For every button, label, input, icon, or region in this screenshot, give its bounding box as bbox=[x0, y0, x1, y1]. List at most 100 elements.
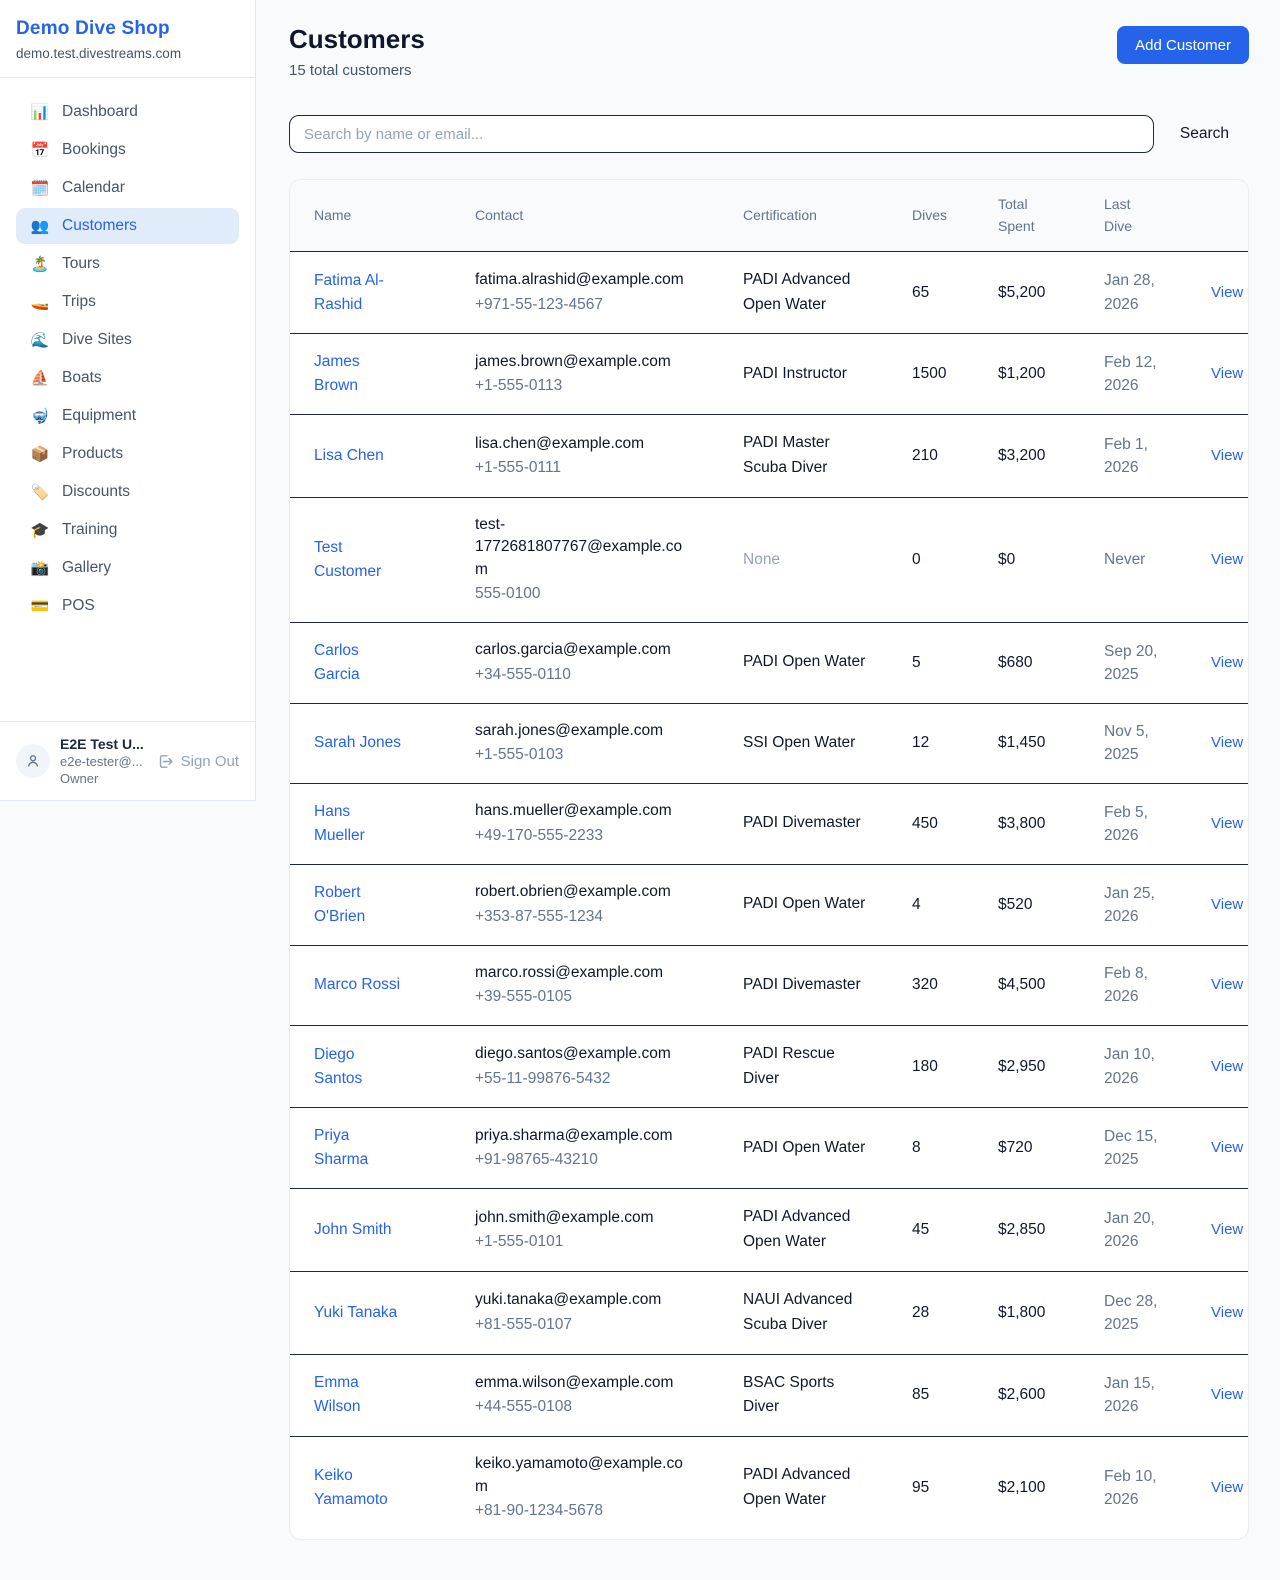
sidebar-item-pos[interactable]: 💳 POS bbox=[16, 588, 239, 624]
customer-name-link[interactable]: James Brown bbox=[314, 350, 403, 398]
customer-name-link[interactable]: Marco Rossi bbox=[314, 973, 400, 997]
customer-email: diego.santos@example.com bbox=[475, 1043, 687, 1065]
customer-email: emma.wilson@example.com bbox=[475, 1372, 687, 1394]
customer-name-link[interactable]: John Smith bbox=[314, 1218, 392, 1242]
customer-certification: PADI Open Water bbox=[743, 892, 865, 917]
sidebar-item-products[interactable]: 📦 Products bbox=[16, 436, 239, 472]
customer-last-dive: Never bbox=[1088, 498, 1195, 623]
view-link[interactable]: View bbox=[1211, 447, 1243, 464]
view-link[interactable]: View bbox=[1211, 1386, 1243, 1403]
column-header: Certification bbox=[727, 180, 896, 251]
sidebar-item-discounts[interactable]: 🏷️ Discounts bbox=[16, 474, 239, 510]
customer-last-dive: Nov 5, 2025 bbox=[1088, 703, 1195, 783]
customer-name-link[interactable]: Emma Wilson bbox=[314, 1371, 403, 1419]
sidebar-item-dive-sites[interactable]: 🌊 Dive Sites bbox=[16, 322, 239, 358]
avatar bbox=[16, 744, 50, 778]
customer-email: sarah.jones@example.com bbox=[475, 720, 687, 742]
sidebar-item-training[interactable]: 🎓 Training bbox=[16, 512, 239, 548]
customer-dives: 1500 bbox=[896, 334, 982, 415]
view-link[interactable]: View bbox=[1211, 734, 1243, 751]
sidebar-item-boats[interactable]: ⛵ Boats bbox=[16, 360, 239, 396]
customer-email: hans.mueller@example.com bbox=[475, 800, 687, 822]
customer-name-link[interactable]: Diego Santos bbox=[314, 1043, 403, 1091]
customer-count: 15 total customers bbox=[289, 62, 425, 79]
customer-name-link[interactable]: Priya Sharma bbox=[314, 1124, 403, 1172]
view-link[interactable]: View bbox=[1211, 1139, 1243, 1156]
person-icon bbox=[24, 752, 42, 770]
sidebar-item-dashboard[interactable]: 📊 Dashboard bbox=[16, 94, 239, 130]
view-link[interactable]: View bbox=[1211, 1058, 1243, 1075]
view-link[interactable]: View bbox=[1211, 551, 1243, 568]
view-link[interactable]: View bbox=[1211, 896, 1243, 913]
customer-dives: 95 bbox=[896, 1437, 982, 1539]
user-email: e2e-tester@... bbox=[60, 754, 147, 769]
speedboat-icon: 🚤 bbox=[30, 295, 50, 310]
customer-certification: PADI Instructor bbox=[743, 362, 847, 387]
customers-table: NameContactCertificationDivesTotal Spent… bbox=[290, 180, 1248, 1539]
customer-name-link[interactable]: Sarah Jones bbox=[314, 731, 401, 755]
customer-phone: +55-11-99876-5432 bbox=[475, 1068, 711, 1090]
view-link[interactable]: View bbox=[1211, 815, 1243, 832]
customer-name-link[interactable]: Carlos Garcia bbox=[314, 639, 403, 687]
customer-dives: 5 bbox=[896, 622, 982, 703]
calendar-icon: 📅 bbox=[30, 143, 50, 158]
view-link[interactable]: View bbox=[1211, 1479, 1243, 1496]
customer-last-dive: Feb 12, 2026 bbox=[1088, 334, 1195, 415]
sidebar-item-tours[interactable]: 🏝️ Tours bbox=[16, 246, 239, 282]
sidebar-item-equipment[interactable]: 🤿 Equipment bbox=[16, 398, 239, 434]
table-row: Marco Rossi marco.rossi@example.com +39-… bbox=[290, 945, 1248, 1025]
customer-phone: 555-0100 bbox=[475, 583, 711, 605]
customer-last-dive: Jan 25, 2026 bbox=[1088, 864, 1195, 945]
sidebar-item-bookings[interactable]: 📅 Bookings bbox=[16, 132, 239, 168]
sidebar-nav: 📊 Dashboard 📅 Bookings 🗓️ Calendar 👥 Cus… bbox=[0, 78, 255, 721]
column-header: Total Spent bbox=[982, 180, 1088, 251]
table-row: Lisa Chen lisa.chen@example.com +1-555-0… bbox=[290, 415, 1248, 498]
customer-total-spent: $5,200 bbox=[982, 251, 1088, 334]
customer-phone: +81-555-0107 bbox=[475, 1314, 711, 1336]
customer-name-link[interactable]: Test Customer bbox=[314, 536, 403, 584]
sidebar-item-customers[interactable]: 👥 Customers bbox=[16, 208, 239, 244]
view-link[interactable]: View bbox=[1211, 1221, 1243, 1238]
customer-name-link[interactable]: Keiko Yamamoto bbox=[314, 1464, 403, 1512]
add-customer-button[interactable]: Add Customer bbox=[1117, 26, 1249, 64]
view-link[interactable]: View bbox=[1211, 1304, 1243, 1321]
user-role: Owner bbox=[60, 771, 147, 786]
sign-out-button[interactable]: Sign Out bbox=[157, 753, 239, 770]
customer-dives: 85 bbox=[896, 1354, 982, 1437]
customer-total-spent: $2,850 bbox=[982, 1189, 1088, 1272]
view-link[interactable]: View bbox=[1211, 284, 1243, 301]
customer-phone: +353-87-555-1234 bbox=[475, 906, 711, 928]
customer-certification: None bbox=[743, 548, 780, 573]
table-row: Hans Mueller hans.mueller@example.com +4… bbox=[290, 783, 1248, 864]
search-button[interactable]: Search bbox=[1154, 125, 1249, 143]
customer-certification: BSAC Sports Diver bbox=[743, 1371, 870, 1421]
view-link[interactable]: View bbox=[1211, 365, 1243, 382]
sidebar-item-gallery[interactable]: 📸 Gallery bbox=[16, 550, 239, 586]
customer-email: priya.sharma@example.com bbox=[475, 1125, 687, 1147]
customer-email: yuki.tanaka@example.com bbox=[475, 1289, 687, 1311]
customer-name-link[interactable]: Hans Mueller bbox=[314, 800, 403, 848]
customer-name-link[interactable]: Fatima Al-Rashid bbox=[314, 269, 403, 317]
customer-total-spent: $520 bbox=[982, 864, 1088, 945]
customer-name-link[interactable]: Lisa Chen bbox=[314, 444, 384, 468]
table-row: Diego Santos diego.santos@example.com +5… bbox=[290, 1025, 1248, 1108]
customer-phone: +39-555-0105 bbox=[475, 986, 711, 1008]
customer-total-spent: $0 bbox=[982, 498, 1088, 623]
customer-name-link[interactable]: Yuki Tanaka bbox=[314, 1301, 397, 1325]
customer-name-link[interactable]: Robert O'Brien bbox=[314, 881, 403, 929]
customer-dives: 450 bbox=[896, 783, 982, 864]
sidebar-item-calendar[interactable]: 🗓️ Calendar bbox=[16, 170, 239, 206]
sidebar-item-trips[interactable]: 🚤 Trips bbox=[16, 284, 239, 320]
view-link[interactable]: View bbox=[1211, 654, 1243, 671]
customer-dives: 28 bbox=[896, 1272, 982, 1355]
table-row: Priya Sharma priya.sharma@example.com +9… bbox=[290, 1108, 1248, 1189]
customer-last-dive: Jan 20, 2026 bbox=[1088, 1189, 1195, 1272]
customer-phone: +1-555-0111 bbox=[475, 457, 711, 479]
search-input[interactable] bbox=[289, 115, 1154, 153]
view-link[interactable]: View bbox=[1211, 976, 1243, 993]
customer-certification: PADI Open Water bbox=[743, 650, 865, 675]
customer-total-spent: $2,950 bbox=[982, 1025, 1088, 1108]
customer-last-dive: Dec 15, 2025 bbox=[1088, 1108, 1195, 1189]
customer-certification: PADI Master Scuba Diver bbox=[743, 431, 870, 481]
customer-total-spent: $3,200 bbox=[982, 415, 1088, 498]
